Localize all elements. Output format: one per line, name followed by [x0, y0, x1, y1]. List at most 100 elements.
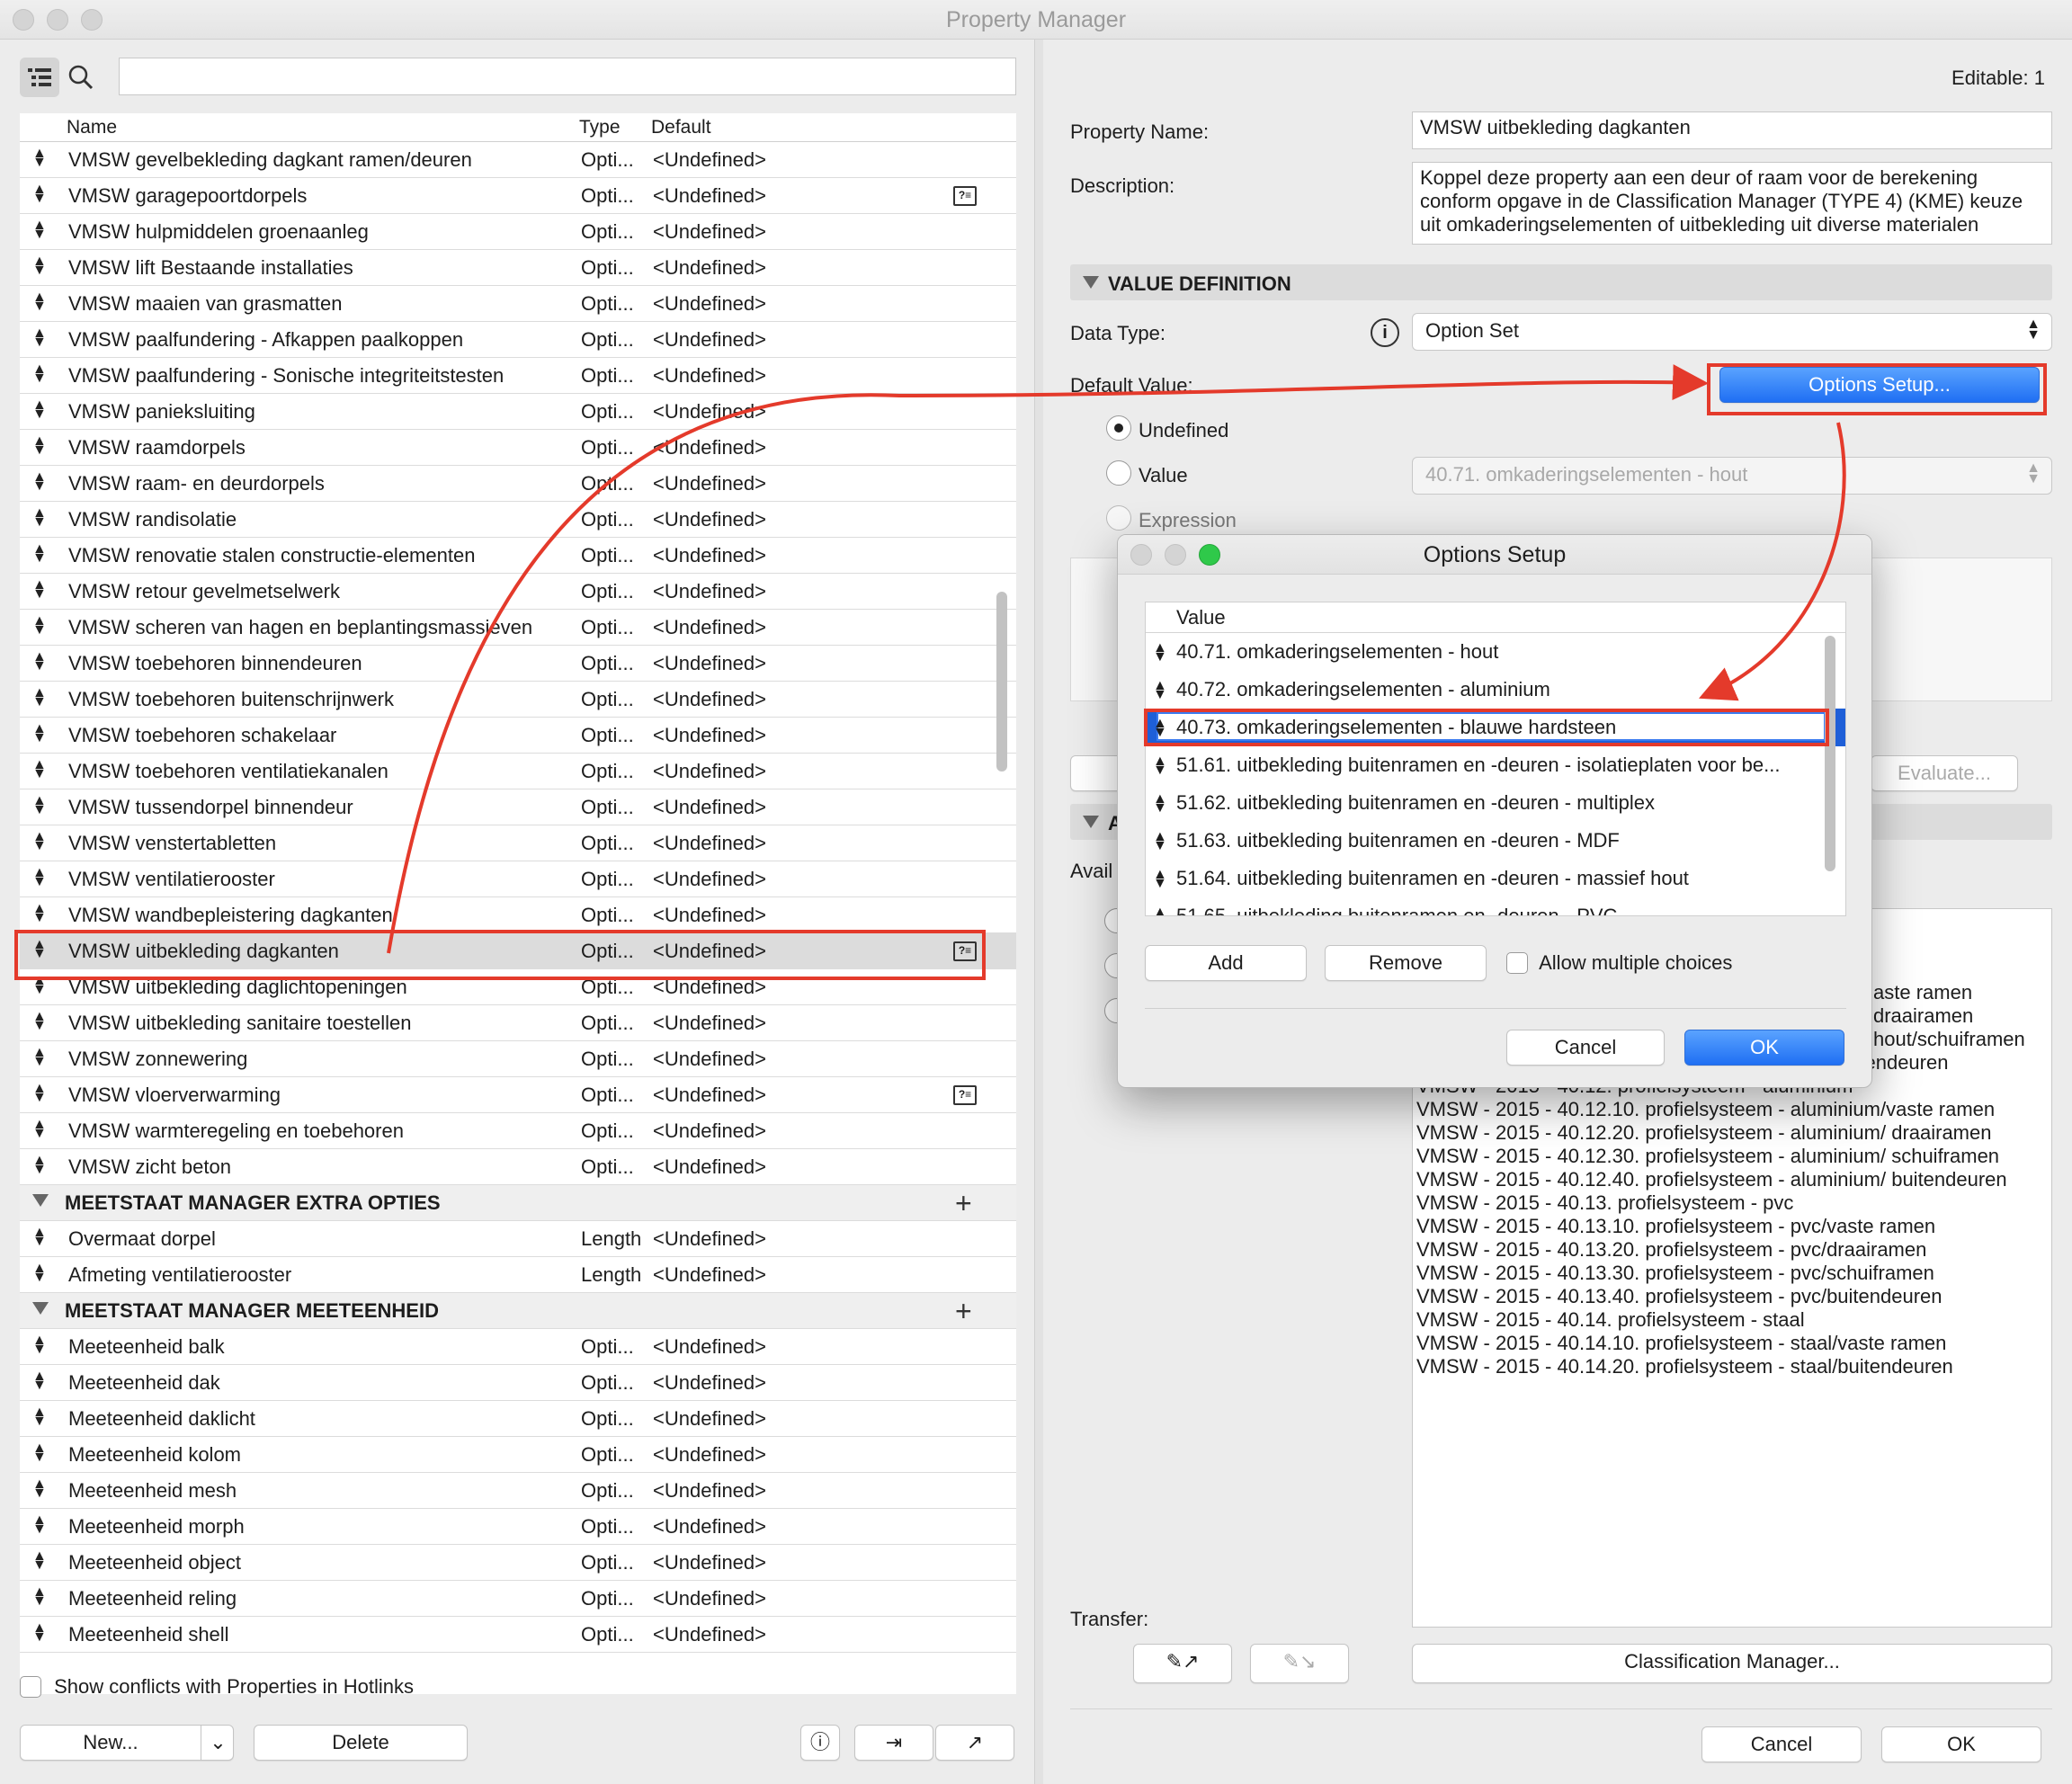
classification-item[interactable]: VMSW - 2015 - 40.12.10. profielsysteem -… — [1416, 1098, 2048, 1121]
sort-arrows-icon[interactable]: ▲▼ — [32, 1549, 49, 1573]
column-default-header[interactable]: Default — [651, 117, 711, 138]
group-header[interactable]: MEETSTAAT MANAGER MEETEENHEID + — [20, 1293, 1016, 1329]
sort-arrows-icon[interactable]: ▲▼ — [1153, 830, 1167, 853]
default-value-select[interactable]: 40.71. omkaderingselementen - hout ▲ ▼ — [1412, 457, 2052, 495]
classification-item[interactable]: VMSW - 2015 - 40.13.20. profielsysteem -… — [1416, 1238, 2048, 1262]
property-row[interactable]: ▲ ▼ VMSW maaien van grasmatten Opti... <Unde… — [20, 286, 1016, 322]
show-conflicts-option[interactable]: Show conflicts with Properties in Hotlin… — [20, 1674, 414, 1699]
options-scrollbar[interactable] — [1825, 636, 1835, 871]
sort-arrows-icon[interactable]: ▲▼ — [32, 434, 49, 458]
info-button[interactable]: ⓘ — [800, 1725, 840, 1761]
property-row[interactable]: ▲ ▼ VMSW raam- en deurdorpels Opti... <Undef… — [20, 466, 1016, 502]
sort-arrows-icon[interactable]: ▲▼ — [1153, 641, 1167, 665]
add-property-icon[interactable]: + — [955, 1187, 972, 1220]
property-row[interactable]: ▲ ▼ VMSW ventilatierooster Opti... <Undefine… — [20, 861, 1016, 897]
new-button[interactable]: New... ⌄ — [20, 1725, 234, 1761]
transfer-inject-button[interactable]: ✎↘ — [1250, 1644, 1349, 1683]
dialog-cancel-button[interactable]: Cancel — [1506, 1030, 1665, 1066]
description-field[interactable]: Koppel deze property aan een deur of raa… — [1412, 162, 2052, 245]
search-input[interactable] — [119, 58, 1016, 95]
add-option-button[interactable]: Add — [1145, 945, 1307, 981]
column-name-header[interactable]: Name — [67, 117, 117, 138]
sort-arrows-icon[interactable]: ▲▼ — [32, 362, 49, 386]
allow-multiple-option[interactable]: Allow multiple choices — [1506, 950, 1732, 975]
classification-item[interactable]: VMSW - 2015 - 40.13. profielsysteem - pv… — [1416, 1191, 2048, 1215]
option-row[interactable]: ▲▼ 51.65. uitbekleding buitenramen en -de… — [1146, 897, 1845, 915]
sort-arrows-icon[interactable]: ▲▼ — [32, 1262, 49, 1285]
evaluate-button[interactable]: Evaluate... — [1871, 755, 2018, 791]
property-row[interactable]: ▲ ▼ Meeteenheid shell Opti... <Undefined> — [20, 1617, 1016, 1653]
panel-splitter[interactable] — [1034, 40, 1043, 1784]
property-row[interactable]: ▲ ▼ VMSW venstertabletten Opti... <Undefined… — [20, 825, 1016, 861]
sort-arrows-icon[interactable]: ▲▼ — [1153, 679, 1167, 702]
allow-multiple-checkbox[interactable] — [1506, 952, 1528, 975]
classification-item[interactable]: VMSW - 2015 - 40.13.30. profielsysteem -… — [1416, 1262, 2048, 1285]
sort-arrows-icon[interactable]: ▲▼ — [32, 1477, 49, 1501]
ok-button[interactable]: OK — [1881, 1726, 2041, 1762]
data-type-select[interactable]: Option Set ▲ ▼ — [1412, 313, 2052, 351]
expression-button[interactable] — [1070, 755, 1124, 791]
sort-arrows-icon[interactable]: ▲▼ — [32, 290, 49, 314]
sort-arrows-icon[interactable]: ▲▼ — [32, 1046, 49, 1069]
classification-item[interactable]: VMSW - 2015 - 40.12.30. profielsysteem -… — [1416, 1145, 2048, 1168]
show-conflicts-checkbox[interactable] — [20, 1676, 41, 1699]
property-row[interactable]: ▲ ▼ Meeteenheid dak Opti... <Undefined> — [20, 1365, 1016, 1401]
sort-arrows-icon[interactable]: ▲▼ — [32, 866, 49, 889]
sort-arrows-icon[interactable]: ▲▼ — [32, 902, 49, 925]
property-row[interactable]: ▲ ▼ VMSW zicht beton Opti... <Undefined> — [20, 1149, 1016, 1185]
property-row[interactable]: ▲ ▼ VMSW toebehoren schakelaar Opti... <Unde… — [20, 718, 1016, 754]
property-row[interactable]: ▲ ▼ VMSW uitbekleding sanitaire toestellen… — [20, 1005, 1016, 1041]
sort-arrows-icon[interactable]: ▲▼ — [32, 1369, 49, 1393]
sort-arrows-icon[interactable]: ▲▼ — [32, 1118, 49, 1141]
option-row[interactable]: ▲ ▼ 51.61. uitbekleding buitenramen en -de… — [1146, 746, 1845, 784]
dialog-ok-button[interactable]: OK — [1684, 1030, 1844, 1066]
sort-arrows-icon[interactable]: ▲▼ — [32, 1334, 49, 1357]
classification-item[interactable]: VMSW - 2015 - 40.12.20. profielsysteem -… — [1416, 1121, 2048, 1145]
sort-arrows-icon[interactable]: ▲▼ — [32, 614, 49, 638]
classification-item[interactable]: VMSW - 2015 - 40.13.10. profielsysteem -… — [1416, 1215, 2048, 1238]
option-row[interactable]: ▲ ▼ 51.62. uitbekleding buitenramen en -de… — [1146, 784, 1845, 822]
property-row[interactable]: ▲ ▼ Afmeting ventilatierooster Length <Undef… — [20, 1257, 1016, 1293]
property-row[interactable]: ▲ ▼ VMSW zonnewering Opti... <Undefined> — [20, 1041, 1016, 1077]
property-row[interactable]: ▲ ▼ VMSW garagepoortdorpels Opti... <Undefin… — [20, 178, 1016, 214]
property-row[interactable]: ▲ ▼ Meeteenheid balk Opti... <Undefined> — [20, 1329, 1016, 1365]
cancel-button[interactable]: Cancel — [1701, 1726, 1862, 1762]
column-type-header[interactable]: Type — [579, 117, 621, 138]
sort-arrows-icon[interactable]: ▲▼ — [32, 578, 49, 602]
radio-undefined[interactable] — [1106, 415, 1131, 441]
classification-item[interactable]: VMSW - 2015 - 40.14.10. profielsysteem -… — [1416, 1332, 2048, 1355]
property-row[interactable]: ▲ ▼ Meeteenheid object Opti... <Undefined> — [20, 1545, 1016, 1581]
sort-arrows-icon[interactable]: ▲▼ — [32, 1010, 49, 1033]
property-row[interactable]: ▲ ▼ VMSW wandbepleistering dagkanten Opti..… — [20, 897, 1016, 933]
classification-item[interactable]: VMSW - 2015 - 40.14.20. profielsysteem -… — [1416, 1355, 2048, 1378]
property-row[interactable]: ▲ ▼ Meeteenheid kolom Opti... <Undefined> — [20, 1437, 1016, 1473]
sort-arrows-icon[interactable]: ▲▼ — [32, 219, 49, 242]
sort-arrows-icon[interactable]: ▲▼ — [32, 650, 49, 673]
info-icon[interactable]: i — [1371, 318, 1399, 347]
sort-arrows-icon[interactable]: ▲▼ — [32, 1513, 49, 1537]
sort-arrows-icon[interactable]: ▲▼ — [32, 398, 49, 422]
property-row[interactable]: ▲ ▼ VMSW toebehoren ventilatiekanalen Opti.… — [20, 754, 1016, 789]
sort-arrows-icon[interactable]: ▲▼ — [32, 1154, 49, 1177]
list-scrollbar[interactable] — [996, 592, 1007, 772]
sort-arrows-icon[interactable]: ▲▼ — [1153, 792, 1167, 816]
property-row[interactable]: ▲ ▼ VMSW retour gevelmetselwerk Opti... <Und… — [20, 574, 1016, 610]
sort-arrows-icon[interactable]: ▲▼ — [32, 1082, 49, 1105]
property-row[interactable]: ▲ ▼ VMSW gevelbekleding dagkant ramen/deur… — [20, 142, 1016, 178]
radio-value[interactable] — [1106, 460, 1131, 486]
sort-arrows-icon[interactable]: ▲▼ — [32, 183, 49, 206]
sort-arrows-icon[interactable]: ▲▼ — [32, 1226, 49, 1249]
radio-expression[interactable] — [1106, 505, 1131, 531]
classification-manager-button[interactable]: Classification Manager... — [1412, 1644, 2052, 1683]
remove-option-button[interactable]: Remove — [1325, 945, 1487, 981]
property-row[interactable]: ▲ ▼ Meeteenheid reling Opti... <Undefined> — [20, 1581, 1016, 1617]
sort-arrows-icon[interactable]: ▲▼ — [1153, 868, 1167, 891]
option-row[interactable]: ▲ ▼ 51.63. uitbekleding buitenramen en -de… — [1146, 822, 1845, 860]
property-row[interactable]: ▲ ▼ VMSW paalfundering - Sonische integrit… — [20, 358, 1016, 394]
property-row[interactable]: ▲ ▼ Overmaat dorpel Length <Undefined> — [20, 1221, 1016, 1257]
property-row[interactable]: ▲ ▼ VMSW hulpmiddelen groenaanleg Opti... <U… — [20, 214, 1016, 250]
property-row[interactable]: ▲ ▼ VMSW toebehoren binnendeuren Opti... <Un… — [20, 646, 1016, 682]
sort-arrows-icon[interactable]: ▲▼ — [32, 254, 49, 278]
search-toggle-button[interactable] — [61, 58, 101, 97]
property-row[interactable]: ▲ ▼ VMSW warmteregeling en toebehoren Opti.… — [20, 1113, 1016, 1149]
